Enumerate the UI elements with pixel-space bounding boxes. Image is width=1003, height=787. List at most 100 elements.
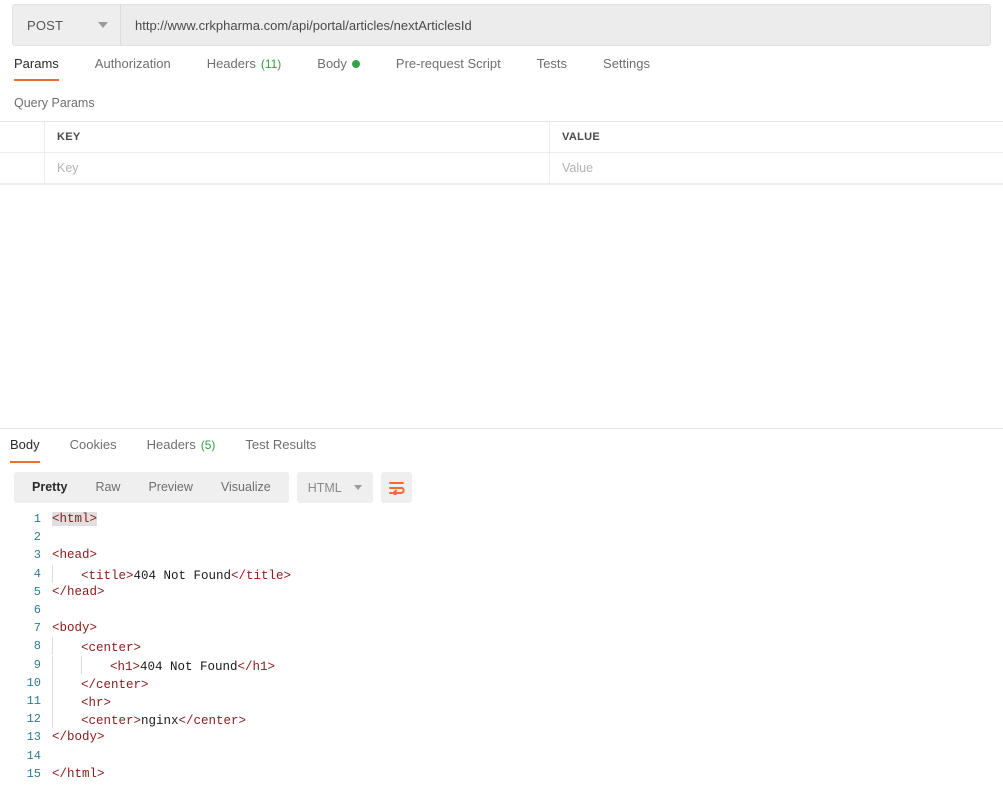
indent-guide — [52, 691, 53, 710]
code-line-number: 2 — [33, 530, 41, 545]
response-tab-bar: Body Cookies Headers (5) Test Results — [0, 434, 1003, 466]
body-present-dot-icon — [351, 59, 360, 68]
word-wrap-button[interactable] — [380, 472, 412, 503]
code-token-text: 404 Not Found — [133, 568, 232, 583]
code-token-tag: <body> — [52, 621, 98, 636]
code-token-tag: </html> — [52, 766, 105, 781]
http-method-select[interactable]: POST — [13, 5, 121, 45]
code-token-tag: <center> — [81, 714, 142, 729]
row-checkbox-cell[interactable] — [0, 153, 45, 183]
view-mode-pretty[interactable]: Pretty — [18, 472, 81, 503]
response-format-select[interactable]: HTML — [296, 472, 373, 503]
view-mode-visualize[interactable]: Visualize — [207, 472, 285, 503]
tab-params[interactable]: Params — [14, 52, 73, 84]
tab-headers-count: (11) — [260, 56, 282, 71]
code-line-content: </body> — [52, 730, 1003, 744]
table-row[interactable]: Key Value — [0, 153, 1003, 184]
code-line-number: 5 — [33, 584, 41, 599]
response-tab-headers[interactable]: Headers (5) — [147, 434, 228, 465]
tab-params-label: Params — [14, 56, 59, 71]
code-line-content: <h1>404 Not Found</h1> — [52, 655, 1003, 674]
indent-guide — [52, 564, 53, 583]
request-url-input[interactable]: http://www.crkpharma.com/api/portal/arti… — [121, 5, 990, 45]
view-mode-raw[interactable]: Raw — [81, 472, 134, 503]
response-tab-headers-label: Headers — [146, 437, 196, 452]
column-header-key: KEY — [45, 122, 550, 152]
url-bar-group: POST http://www.crkpharma.com/api/portal… — [12, 4, 991, 46]
code-line: 2 — [0, 528, 1003, 546]
query-params-title: Query Params — [14, 96, 95, 110]
code-line-number: 7 — [33, 621, 41, 636]
response-tab-cookies[interactable]: Cookies — [70, 434, 129, 465]
code-line-number: 14 — [26, 748, 41, 763]
code-token-tag: <html> — [52, 512, 98, 527]
query-params-table: KEY VALUE Key Value — [0, 121, 1003, 184]
response-body-toolbar: Pretty Raw Preview Visualize HTML — [14, 472, 412, 503]
tab-settings-label: Settings — [603, 56, 651, 71]
code-line-number: 4 — [33, 566, 41, 581]
code-line: 1 <html> — [0, 510, 1003, 528]
code-line-content: <title>404 Not Found</title> — [52, 564, 1003, 583]
code-line: 7 <body> — [0, 619, 1003, 637]
code-line: 12 <center>nginx</center> — [0, 710, 1003, 729]
request-tab-bar: Params Authorization Headers (11) Body P… — [0, 52, 1003, 90]
word-wrap-icon — [388, 481, 405, 495]
code-line-content: <head> — [52, 548, 1003, 562]
code-line: 3 <head> — [0, 546, 1003, 564]
column-header-value: VALUE — [562, 131, 600, 143]
code-line: 5 </head> — [0, 583, 1003, 601]
postman-request-response-view: POST http://www.crkpharma.com/api/portal… — [0, 0, 1003, 787]
response-format-label: HTML — [307, 480, 342, 495]
code-token-text: 404 Not Found — [140, 659, 238, 674]
code-line-content: <html> — [52, 512, 1003, 527]
code-token-tag: </title> — [231, 568, 292, 583]
table-header-row: KEY VALUE — [0, 122, 1003, 153]
code-line-number: 10 — [26, 675, 41, 690]
response-tab-body[interactable]: Body — [10, 434, 52, 465]
response-tab-headers-count: (5) — [200, 437, 216, 452]
code-token-tag: </body> — [52, 730, 105, 745]
code-line-content: <body> — [52, 621, 1003, 635]
chevron-down-icon — [353, 485, 362, 490]
response-body-code[interactable]: 1 <html> 2 3 <head> 4 <title>404 Not Found</ti… — [0, 510, 1003, 787]
tab-pre-request-script[interactable]: Pre-request Script — [396, 52, 515, 84]
code-line-number: 3 — [33, 548, 41, 563]
code-token-tag: </h1> — [237, 659, 276, 674]
code-line: 15 </html> — [0, 765, 1003, 783]
tab-settings[interactable]: Settings — [603, 52, 664, 84]
code-line-content: <center>nginx</center> — [52, 710, 1003, 729]
code-token-tag: <head> — [52, 548, 98, 563]
chevron-down-icon — [98, 22, 108, 28]
code-token-tag: <title> — [81, 568, 134, 583]
code-line: 4 <title>404 Not Found</title> — [0, 564, 1003, 583]
tab-tests[interactable]: Tests — [537, 52, 581, 84]
tab-headers[interactable]: Headers (11) — [207, 52, 296, 84]
param-key-input[interactable]: Key — [45, 153, 550, 183]
code-line: 6 — [0, 601, 1003, 619]
code-line-content: <center> — [52, 637, 1003, 656]
code-token-tag: <hr> — [81, 695, 112, 710]
http-method-label: POST — [27, 17, 64, 33]
code-line-content: <hr> — [52, 691, 1003, 710]
param-value-input[interactable]: Value — [550, 153, 1003, 183]
code-token-tag: <center> — [81, 641, 142, 656]
tab-body[interactable]: Body — [317, 52, 374, 84]
code-token-tag: </head> — [52, 584, 105, 599]
code-token-text: nginx — [141, 714, 179, 729]
code-line: 10 </center> — [0, 673, 1003, 692]
code-token-tag: </center> — [81, 677, 149, 692]
response-tab-test-results[interactable]: Test Results — [245, 434, 328, 465]
tab-headers-label: Headers — [206, 56, 256, 71]
view-mode-preview[interactable]: Preview — [134, 472, 206, 503]
code-line: 11 <hr> — [0, 691, 1003, 710]
code-line-content: </html> — [52, 767, 1003, 781]
code-line: 9 <h1>404 Not Found</h1> — [0, 655, 1003, 674]
code-line-number: 9 — [33, 657, 41, 672]
tab-authorization[interactable]: Authorization — [95, 52, 185, 84]
view-mode-segmented-control: Pretty Raw Preview Visualize — [14, 472, 289, 503]
code-line: 14 — [0, 746, 1003, 764]
code-line-content: </head> — [52, 585, 1003, 599]
indent-guide — [52, 673, 53, 692]
pane-divider[interactable] — [0, 428, 1003, 429]
code-line: 8 <center> — [0, 637, 1003, 656]
